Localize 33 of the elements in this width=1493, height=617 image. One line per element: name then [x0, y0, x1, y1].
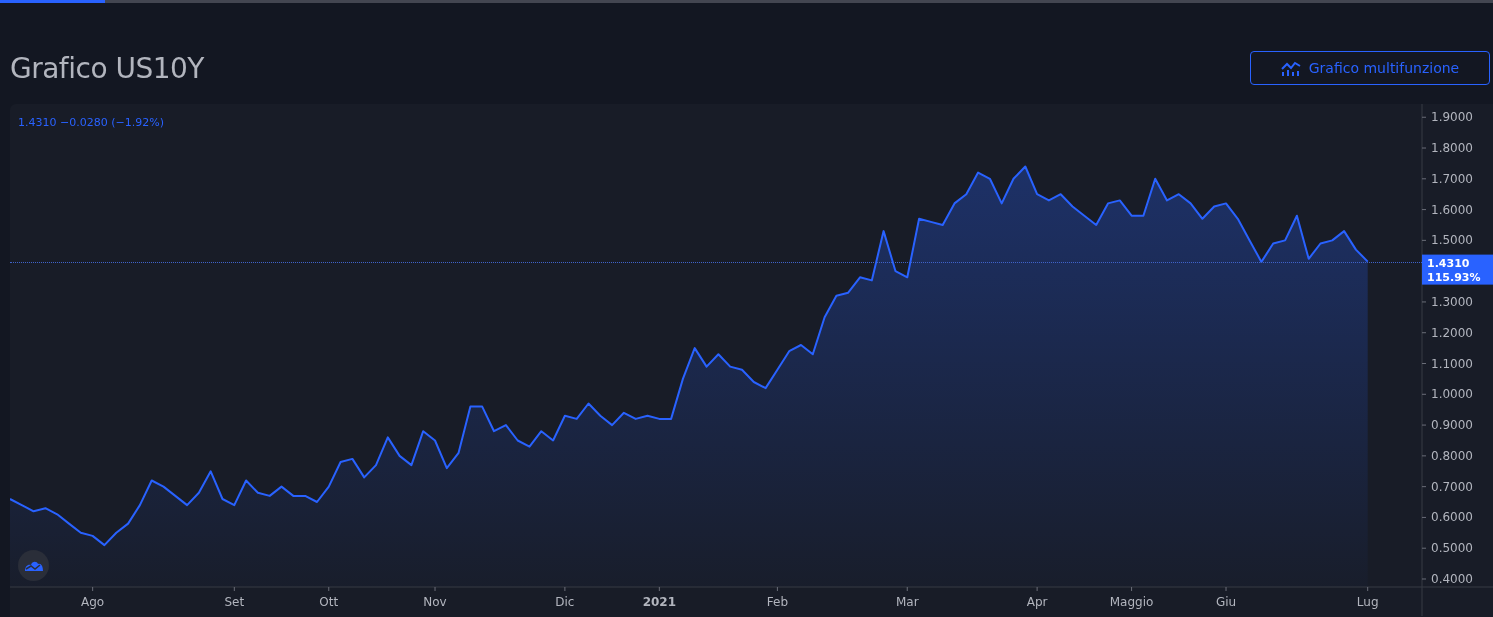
time-axis-label: Ott [319, 595, 339, 609]
price-legend: 1.4310 −0.0280 (−1.92%) [18, 116, 164, 129]
time-axis-label: 2021 [642, 595, 677, 609]
time-axis-label: Set [224, 595, 245, 609]
chart-icon [1280, 60, 1301, 76]
price-axis-label: 1.5000 [1431, 233, 1473, 248]
time-axis-label: Apr [1026, 595, 1048, 609]
chart-button[interactable]: Grafico multifunzione [1250, 51, 1490, 85]
price-axis-label: 1.7000 [1431, 171, 1473, 186]
price-axis-label: 0.5000 [1431, 541, 1473, 556]
time-axis-label: Dic [555, 595, 575, 609]
price-axis-label: 1.9000 [1431, 110, 1473, 125]
cloud-logo-icon [23, 559, 44, 572]
price-axis-label: 0.8000 [1431, 448, 1473, 463]
price-axis-label: 1.2000 [1431, 325, 1473, 340]
price-axis-label: 0.4000 [1431, 572, 1473, 586]
time-axis-label: Giu [1215, 595, 1237, 609]
price-axis-label: 1.3000 [1431, 294, 1473, 309]
time-axis-label: Maggio [1109, 595, 1154, 609]
price-axis-label: 1.6000 [1431, 202, 1473, 217]
time-axis-label: Nov [423, 595, 447, 609]
price-axis-label: 0.9000 [1431, 418, 1473, 433]
time-axis-label: Feb [766, 595, 788, 609]
time-axis-label: Lug [1356, 595, 1379, 609]
time-axis-label: Mar [895, 595, 919, 609]
price-axis-label: 0.6000 [1431, 510, 1473, 525]
price-tag: 1.4310 115.93% [1422, 254, 1493, 285]
price-axis-label: 1.8000 [1431, 141, 1473, 155]
time-axis-label: Ago [81, 595, 105, 609]
page-title: Grafico US10Y [10, 51, 204, 85]
price-axis-label: 0.7000 [1431, 479, 1473, 494]
price-axis-label: 1.1000 [1431, 356, 1473, 371]
price-axis-label: 1.0000 [1431, 387, 1473, 402]
